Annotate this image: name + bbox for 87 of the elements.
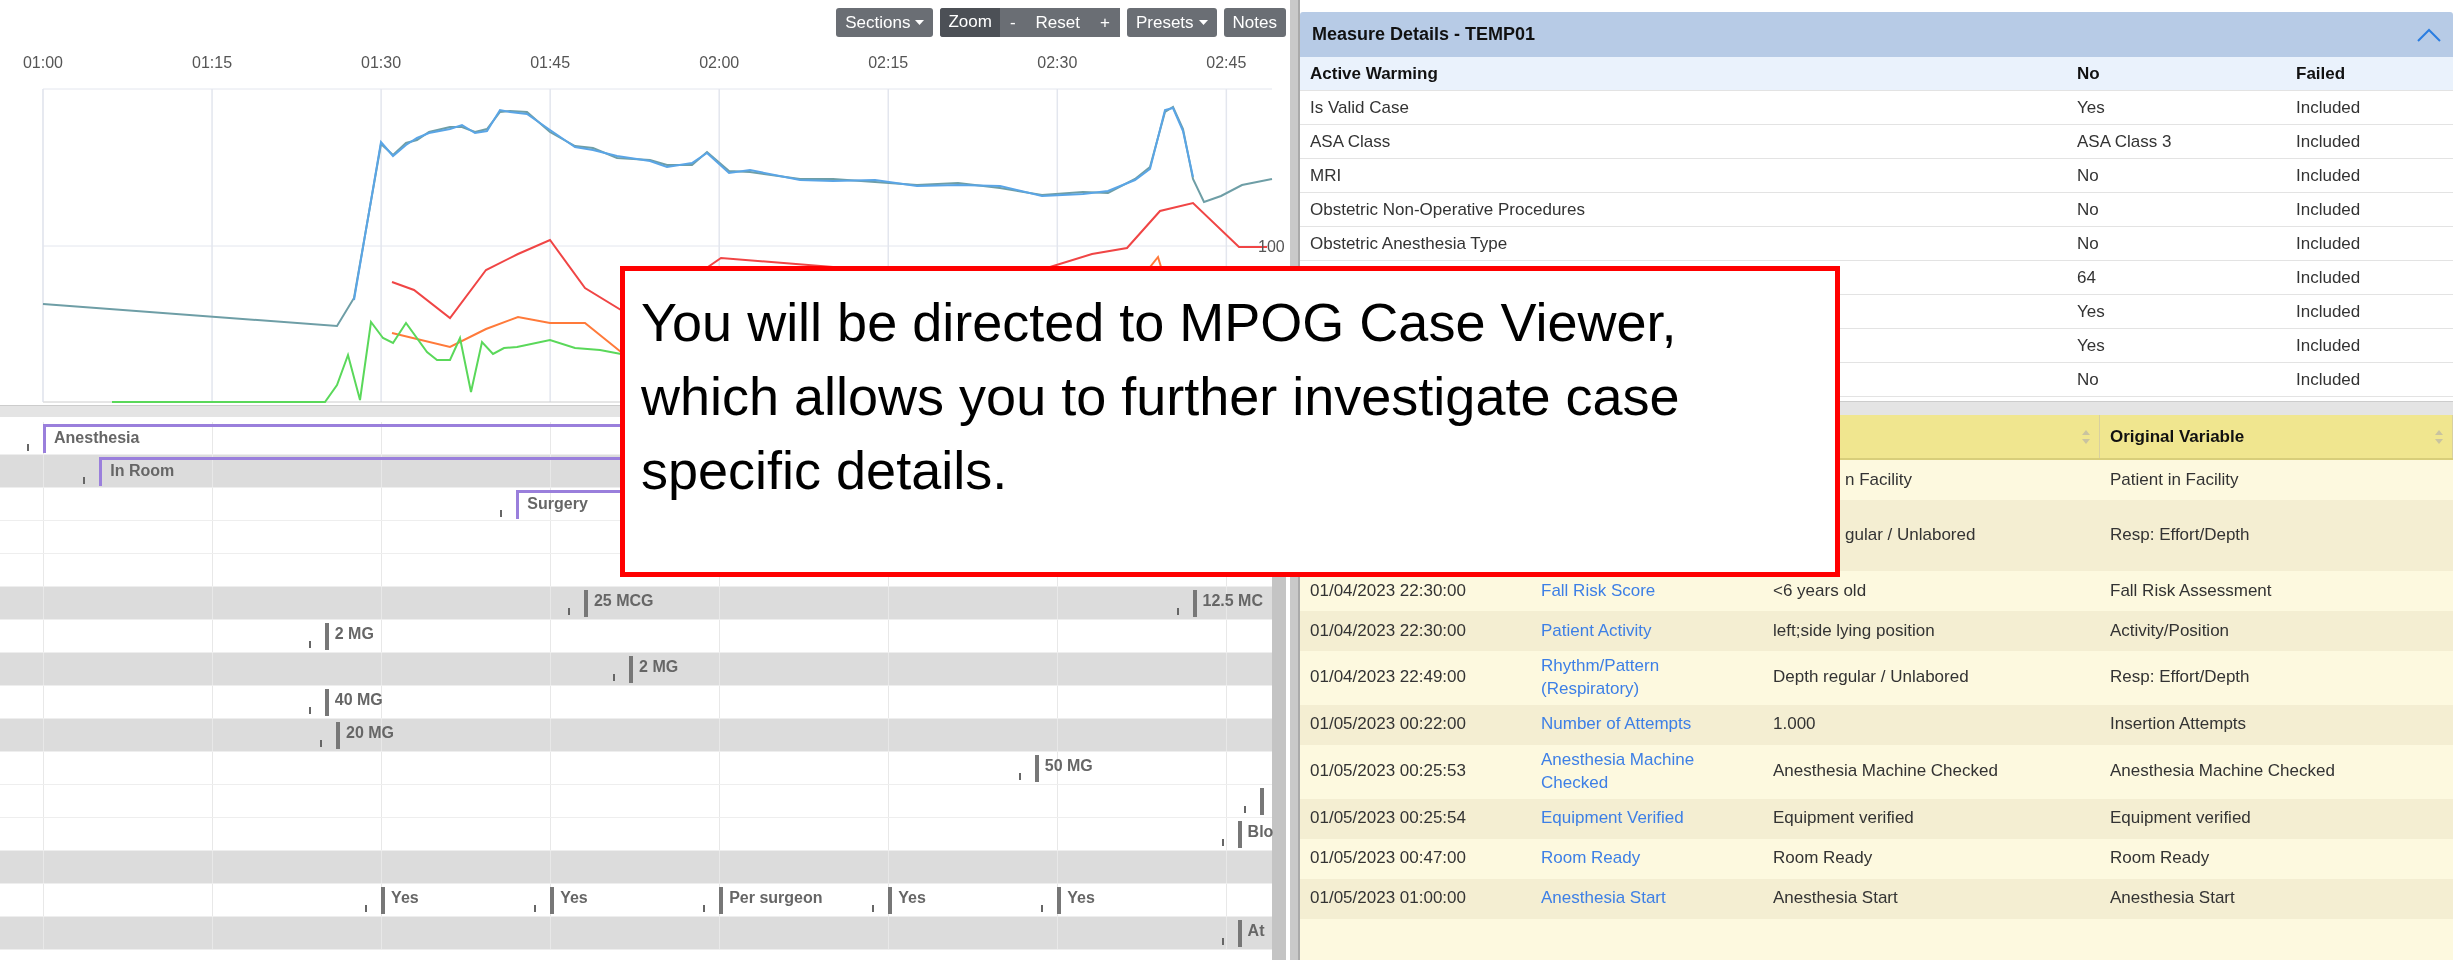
measure-result: Included xyxy=(2296,369,2362,390)
time-label: 01:45 xyxy=(530,54,571,71)
variable-link[interactable]: Room Ready xyxy=(1541,847,1641,871)
measure-value: No xyxy=(2077,199,2100,220)
dropdown-button[interactable]: Sections xyxy=(836,8,934,37)
original-variable-cell-text: Equipment verified xyxy=(2110,807,2251,830)
splitter[interactable] xyxy=(1842,401,2453,415)
event-marker xyxy=(1244,788,1265,815)
original-variable-cell: Resp: Effort/Depth xyxy=(2110,524,2250,547)
measure-value: No xyxy=(2077,165,2100,186)
time-cell-text: 01/04/2023 22:49:00 xyxy=(1310,666,1466,689)
splitter[interactable] xyxy=(1290,0,1298,266)
column-header[interactable]: Original Variable xyxy=(2110,426,2245,447)
value-cell-text: Depth regular / Unlabored xyxy=(1773,666,1969,689)
measure-result: Included xyxy=(2296,335,2362,356)
time-label: 02:45 xyxy=(1206,54,1247,71)
measure-result: Included xyxy=(2296,131,2362,152)
measure-result: Included xyxy=(2296,301,2362,322)
panel-title: Measure Details - TEMP01 xyxy=(1312,24,1536,45)
measure-result: Included xyxy=(2296,97,2362,118)
measure-value: No xyxy=(2077,63,2101,84)
dropdown-button[interactable]: Presets xyxy=(1126,8,1217,37)
measure-value: No xyxy=(2077,233,2100,254)
time-cell-text: 01/04/2023 22:30:00 xyxy=(1310,579,1466,602)
original-variable-cell-text: Anesthesia Start xyxy=(2110,887,2235,910)
measure-result: Included xyxy=(2296,199,2362,220)
value-cell-text: Equipment verified xyxy=(1773,807,1914,830)
collapse-icon[interactable] xyxy=(2417,27,2441,42)
time-label: 02:15 xyxy=(868,54,909,71)
value-cell-text: Anesthesia Machine Checked xyxy=(1773,760,1998,783)
scale-label: 100 xyxy=(1258,238,1285,255)
measure-result: Included xyxy=(2296,165,2362,186)
time-cell-text: 01/05/2023 00:25:54 xyxy=(1310,807,1466,830)
measure-value: ASA Class 3 xyxy=(2077,131,2173,152)
variable-link[interactable]: Anesthesia Start xyxy=(1541,887,1666,911)
time-cell-text: 01/05/2023 00:22:00 xyxy=(1310,713,1466,736)
original-variable-cell-text: Fall Risk Assessment xyxy=(2110,579,2272,602)
measure-name: Obstetric Anesthesia Type xyxy=(1310,233,1509,254)
variable-link[interactable]: Anesthesia Machine Checked xyxy=(1541,748,1755,795)
measure-name: Obstetric Non-Operative Procedures xyxy=(1310,199,1586,220)
measure-result: Included xyxy=(2296,267,2362,288)
value-cell-text: 1.000 xyxy=(1773,713,1816,736)
variable-link[interactable]: Rhythm/Pattern (Respiratory) xyxy=(1541,655,1755,701)
measure-value: Yes xyxy=(2077,335,2106,356)
value-cell-text: left;side lying position xyxy=(1773,619,1935,642)
time-cell-text: 01/05/2023 00:47:00 xyxy=(1310,847,1466,870)
splitter[interactable] xyxy=(1290,577,1298,960)
sort-icon[interactable] xyxy=(2434,428,2444,445)
original-variable-cell-text: Insertion Attempts xyxy=(2110,713,2247,736)
value-cell-text: n Facility xyxy=(1845,468,1913,491)
measure-name: ASA Class xyxy=(1310,131,1392,152)
notes-button[interactable]: Notes xyxy=(1223,8,1286,37)
value-cell-text: Anesthesia Start xyxy=(1773,887,1898,910)
original-variable-cell-text: Resp: Effort/Depth xyxy=(2110,666,2250,689)
measure-result: Failed xyxy=(2296,63,2347,84)
original-variable-cell-text: Patient in Facility xyxy=(2110,468,2239,491)
caret-icon xyxy=(915,19,925,26)
time-label: 01:15 xyxy=(192,54,233,71)
time-label: 01:30 xyxy=(361,54,402,71)
variable-link[interactable]: Equipment Verified xyxy=(1541,807,1684,831)
time-cell-text: 01/05/2023 00:25:53 xyxy=(1310,760,1466,783)
caret-icon xyxy=(1198,19,1208,26)
measure-value: Yes xyxy=(2077,97,2106,118)
variable-link[interactable]: Number of Attempts xyxy=(1541,713,1692,737)
measure-value: No xyxy=(2077,369,2100,390)
time-cell-text: 01/04/2023 22:30:00 xyxy=(1310,619,1466,642)
measure-value: Yes xyxy=(2077,301,2106,322)
value-cell: gular / Unlabored xyxy=(1845,524,1976,547)
original-variable-cell-text: Anesthesia Machine Checked xyxy=(2110,760,2335,783)
sort-icon[interactable] xyxy=(2081,428,2091,445)
zoom-label: Zoom xyxy=(940,8,1000,37)
time-cell-text: 01/05/2023 01:00:00 xyxy=(1310,887,1466,910)
variable-link[interactable]: Patient Activity xyxy=(1541,619,1652,643)
variable-link[interactable]: Fall Risk Score xyxy=(1541,579,1656,603)
splitter[interactable] xyxy=(0,405,620,417)
value-cell-text: Room Ready xyxy=(1773,847,1873,870)
measure-name: MRI xyxy=(1310,165,1343,186)
time-label: 02:30 xyxy=(1037,54,1078,71)
time-label: 02:00 xyxy=(699,54,740,71)
time-label: 01:00 xyxy=(23,54,63,71)
original-variable-cell-text: Activity/Position xyxy=(2110,619,2230,642)
value-cell-text: <6 years old xyxy=(1773,579,1867,602)
measure-value: 64 xyxy=(2077,267,2097,288)
original-variable-cell-text: Room Ready xyxy=(2110,847,2210,870)
measure-name: Active Warming xyxy=(1310,63,1439,84)
measure-result: Included xyxy=(2296,233,2362,254)
measure-name: Is Valid Case xyxy=(1310,97,1410,118)
